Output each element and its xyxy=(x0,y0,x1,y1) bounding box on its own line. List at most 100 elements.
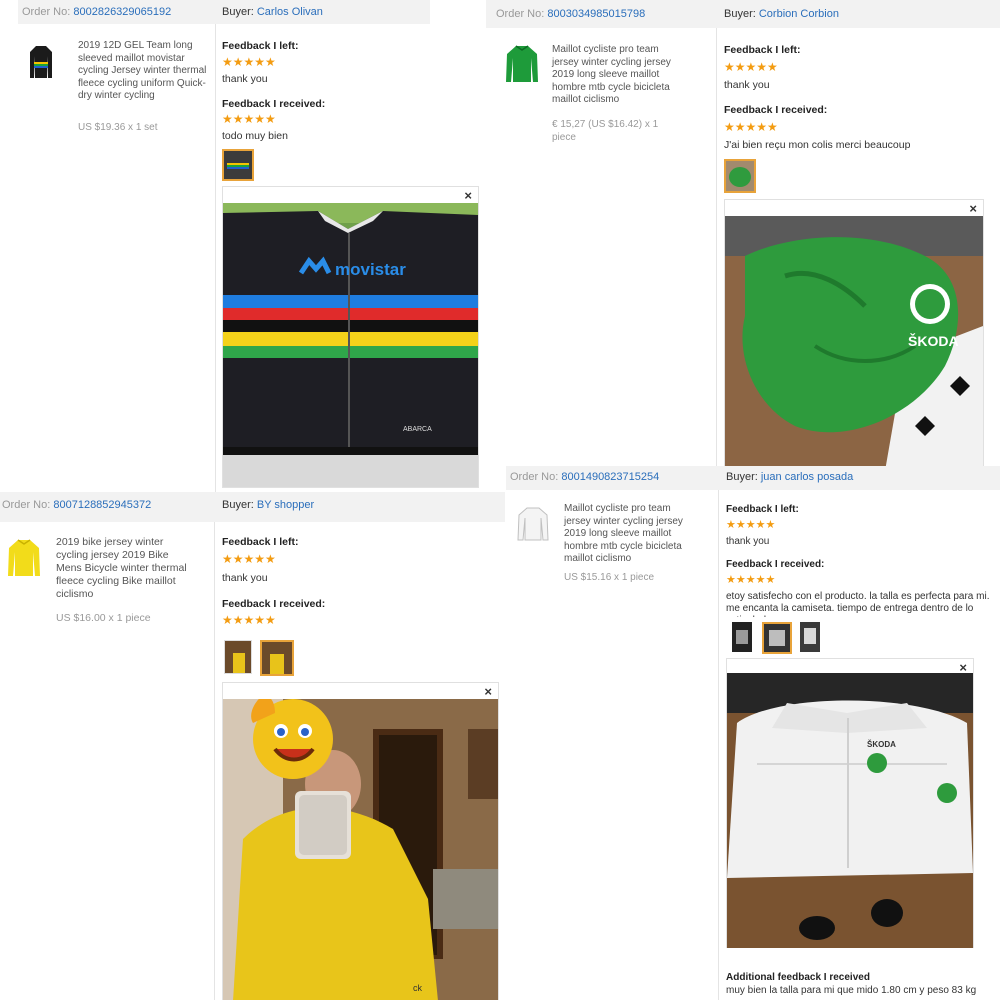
feedback-received-title: Feedback I received: xyxy=(724,104,828,116)
buyer-link[interactable]: juan carlos posada xyxy=(761,471,853,483)
review-photo-yellow-jersey: ck xyxy=(223,699,498,1000)
product-price: US $19.36 x 1 set xyxy=(78,122,158,133)
feedback-left-text: thank you xyxy=(724,79,770,91)
feedback-left-text: thank you xyxy=(222,572,268,584)
order-header: Order No: 8003034985015798 Buyer: Corbio… xyxy=(486,0,1000,28)
column-divider xyxy=(215,24,216,492)
buyer-label: Buyer: xyxy=(726,471,758,483)
close-icon[interactable]: × xyxy=(464,188,472,203)
jersey-photo-graphic: ŠKODA xyxy=(727,673,973,948)
product-price: US $16.00 x 1 piece xyxy=(56,612,151,624)
column-divider xyxy=(214,522,215,1000)
order-card-3: Order No: 8007128852945372 Buyer: BY sho… xyxy=(0,492,505,1000)
order-number-link[interactable]: 8007128852945372 xyxy=(53,499,151,511)
buyer-row: Buyer: BY shopper xyxy=(222,499,314,511)
feedback-left-title: Feedback I left: xyxy=(726,504,799,515)
order-card-1: Order No: 8002826329065192 Buyer: Carlos… xyxy=(18,0,484,492)
feedback-left-title: Feedback I left: xyxy=(724,44,801,56)
feedback-left-stars: ★★★★★ xyxy=(222,552,276,566)
feedback-left-stars: ★★★★★ xyxy=(726,519,776,531)
review-photo-thumb-2[interactable] xyxy=(260,640,294,676)
close-icon[interactable]: × xyxy=(484,684,492,699)
photo-viewer: × ŠKODA xyxy=(724,199,984,470)
order-no-label: Order No: xyxy=(496,8,545,20)
buyer-row: Buyer: juan carlos posada xyxy=(726,471,853,483)
selfie-photo-graphic: ck xyxy=(223,699,498,1000)
review-photo-movistar-jersey: movistar ABARCA xyxy=(223,203,478,487)
photo-thumb-icon xyxy=(732,622,752,652)
photo-thumb-icon xyxy=(764,624,790,652)
photo-thumb-icon xyxy=(800,622,820,652)
feedback-received-text: todo muy bien xyxy=(222,130,288,142)
jersey-photo-graphic: movistar ABARCA xyxy=(223,203,478,487)
order-number-link[interactable]: 8003034985015798 xyxy=(547,8,645,20)
feedback-left-text: thank you xyxy=(222,73,268,85)
photo-viewer: × ŠKODA xyxy=(726,658,974,948)
product-price: US $15.16 x 1 piece xyxy=(564,572,655,583)
buyer-link[interactable]: Corbion Corbion xyxy=(759,8,839,20)
order-number-link[interactable]: 8002826329065192 xyxy=(73,6,171,18)
feedback-left-stars: ★★★★★ xyxy=(724,60,778,74)
order-number-row: Order No: 8003034985015798 xyxy=(496,8,645,20)
order-header: Order No: 8007128852945372 Buyer: BY sho… xyxy=(0,492,505,522)
order-number-row: Order No: 8002826329065192 xyxy=(22,6,171,18)
order-card-4: Order No: 8001490823715254 Buyer: juan c… xyxy=(506,466,1000,1000)
feedback-received-title: Feedback I received: xyxy=(222,98,326,110)
feedback-received-title: Feedback I received: xyxy=(726,559,825,570)
order-header: Order No: 8002826329065192 Buyer: Carlos… xyxy=(18,0,430,24)
column-divider xyxy=(716,28,717,470)
column-divider xyxy=(718,490,719,1000)
order-no-label: Order No: xyxy=(22,6,71,18)
photo-thumb-icon xyxy=(225,641,251,673)
buyer-row: Buyer: Carlos Olivan xyxy=(222,6,323,18)
feedback-left-title: Feedback I left: xyxy=(222,536,299,548)
product-thumbnail[interactable] xyxy=(6,538,42,578)
buyer-label: Buyer: xyxy=(724,8,756,20)
buyer-label: Buyer: xyxy=(222,6,254,18)
product-thumbnail[interactable] xyxy=(516,506,550,542)
feedback-received-text: etoy satisfecho con el producto. la tall… xyxy=(726,591,990,617)
review-photo-thumb-3[interactable] xyxy=(800,622,820,652)
review-photo-thumb[interactable] xyxy=(222,149,254,181)
feedback-received-stars: ★★★★★ xyxy=(726,574,776,586)
review-photo-green-jersey: ŠKODA xyxy=(725,216,983,470)
buyer-link[interactable]: Carlos Olivan xyxy=(257,6,323,18)
review-photo-thumb[interactable] xyxy=(724,159,756,193)
review-photo-thumb-1[interactable] xyxy=(732,622,752,652)
feedback-received-text: J'ai bien reçu mon colis merci beaucoup xyxy=(724,139,911,151)
product-title[interactable]: Maillot cycliste pro team jersey winter … xyxy=(552,44,684,107)
photo-viewer: × ck xyxy=(222,682,499,1000)
product-thumbnail[interactable] xyxy=(28,44,54,80)
order-number-link[interactable]: 8001490823715254 xyxy=(561,471,659,483)
product-title[interactable]: 2019 12D GEL Team long sleeved maillot m… xyxy=(78,40,208,103)
photo-brand-text: movistar xyxy=(335,260,406,279)
jersey-photo-graphic: ŠKODA xyxy=(725,216,983,470)
photo-viewer: × movistar ABARCA xyxy=(222,186,479,488)
product-price: € 15,27 (US $16.42) x 1 piece xyxy=(552,119,659,143)
product-title[interactable]: 2019 bike jersey winter cycling jersey 2… xyxy=(56,536,196,601)
feedback-received-title: Feedback I received: xyxy=(222,598,326,610)
review-photo-white-jersey: ŠKODA xyxy=(727,673,973,948)
order-card-2: Order No: 8003034985015798 Buyer: Corbio… xyxy=(486,0,1000,470)
order-number-row: Order No: 8007128852945372 xyxy=(2,499,151,511)
order-header: Order No: 8001490823715254 Buyer: juan c… xyxy=(506,466,1000,490)
review-photo-thumb-1[interactable] xyxy=(224,640,252,674)
feedback-received-stars: ★★★★★ xyxy=(222,613,276,627)
feedback-received-stars: ★★★★★ xyxy=(222,112,276,126)
additional-feedback-title: Additional feedback I received xyxy=(726,972,870,983)
photo-brand-text: ŠKODA xyxy=(908,332,959,349)
order-no-label: Order No: xyxy=(510,471,559,483)
close-icon[interactable]: × xyxy=(969,201,977,216)
feedback-left-title: Feedback I left: xyxy=(222,40,299,52)
photo-thumb-icon xyxy=(262,642,292,674)
buyer-row: Buyer: Corbion Corbion xyxy=(724,8,839,20)
feedback-left-stars: ★★★★★ xyxy=(222,55,276,69)
order-number-row: Order No: 8001490823715254 xyxy=(510,471,659,483)
svg-text:ck: ck xyxy=(413,983,423,993)
photo-brand-text: ŠKODA xyxy=(867,740,896,749)
order-no-label: Order No: xyxy=(2,499,51,511)
buyer-link[interactable]: BY shopper xyxy=(257,499,314,511)
review-photo-thumb-2[interactable] xyxy=(762,622,792,654)
product-title[interactable]: Maillot cycliste pro team jersey winter … xyxy=(564,503,694,566)
product-thumbnail[interactable] xyxy=(504,44,540,84)
